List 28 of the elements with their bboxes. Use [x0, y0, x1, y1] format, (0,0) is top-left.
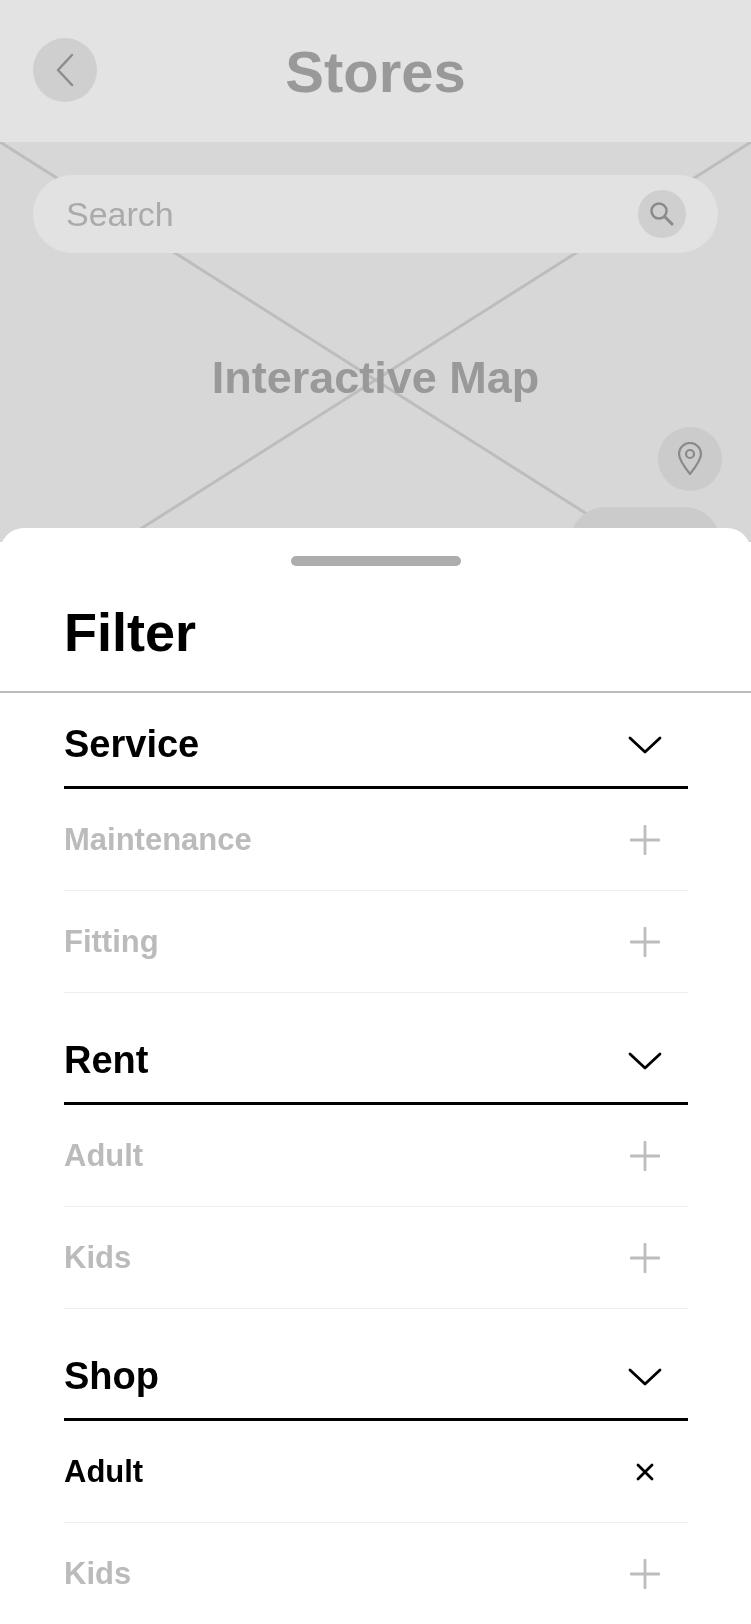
drag-handle[interactable]: [290, 556, 461, 566]
filter-option[interactable]: Adult: [64, 1421, 688, 1523]
back-chevron-icon: [55, 53, 75, 87]
section-header[interactable]: Shop: [64, 1325, 688, 1421]
section-title: Service: [64, 723, 200, 766]
page-title: Stores: [285, 37, 466, 105]
chevron-down-icon: [628, 1050, 662, 1071]
section-title: Rent: [64, 1039, 149, 1082]
search-field[interactable]: Search: [33, 175, 718, 253]
filter-option[interactable]: Maintenance: [64, 789, 688, 891]
filter-option[interactable]: Fitting: [64, 891, 688, 993]
filter-option[interactable]: Adult: [64, 1105, 688, 1207]
location-pin-icon: [676, 442, 704, 476]
section-title: Shop: [64, 1355, 159, 1398]
plus-icon[interactable]: [630, 926, 660, 957]
close-icon[interactable]: [636, 1462, 654, 1481]
filter-option[interactable]: Kids: [64, 1523, 688, 1624]
chevron-down-icon: [628, 734, 662, 755]
section-header[interactable]: Rent: [64, 1009, 688, 1105]
chevron-down-icon: [628, 1366, 662, 1387]
filter-option[interactable]: Kids: [64, 1207, 688, 1309]
plus-icon[interactable]: [630, 1558, 660, 1589]
plus-icon[interactable]: [630, 1242, 660, 1273]
section-header[interactable]: Service: [64, 693, 688, 789]
map-label: Interactive Map: [211, 352, 540, 404]
sheet-title: Filter: [0, 566, 751, 693]
plus-icon[interactable]: [630, 824, 660, 855]
plus-icon[interactable]: [630, 1140, 660, 1171]
